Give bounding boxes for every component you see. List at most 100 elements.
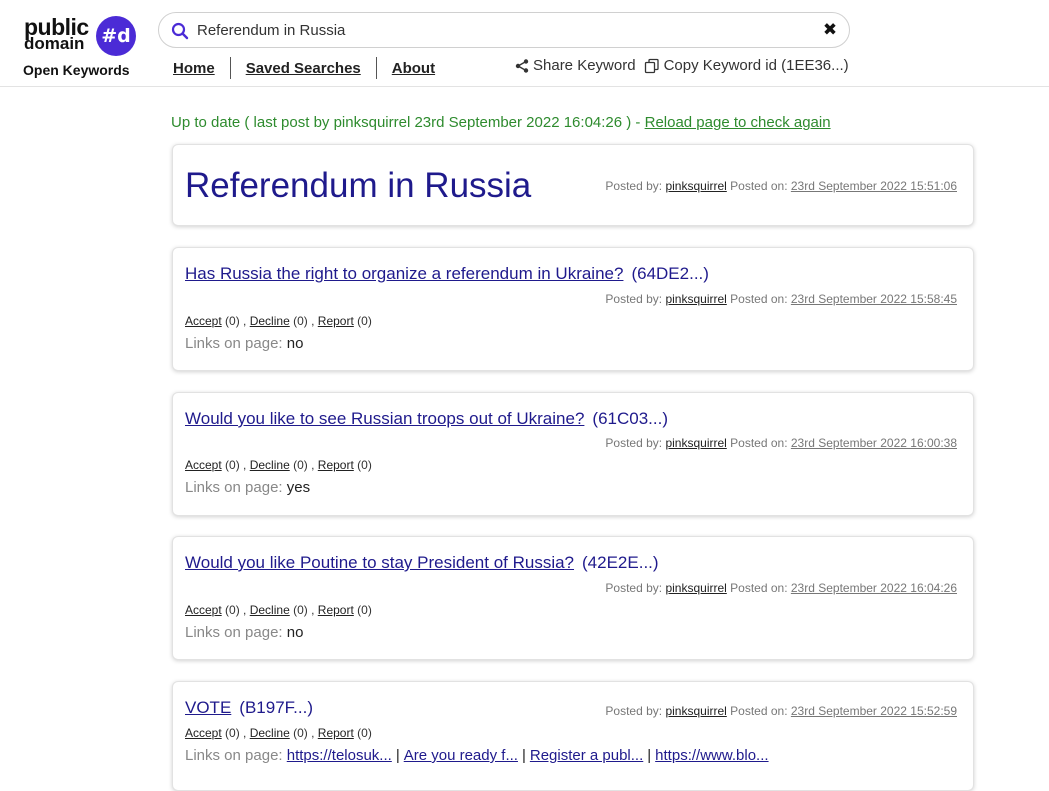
post-meta: Posted by: pinksquirrel Posted on: 23rd …	[605, 704, 957, 718]
decline-count: (0)	[293, 726, 308, 740]
links-on-page: Links on page: https://telosuk... | Are yo…	[185, 747, 769, 764]
links-label: Links on page:	[185, 624, 283, 641]
post-id: (64DE2...)	[631, 264, 709, 283]
page-link[interactable]: Register a publ...	[530, 747, 643, 764]
report-link[interactable]: Report	[318, 726, 354, 740]
accept-count: (0)	[225, 726, 240, 740]
post-card: VOTE (B197F...) Posted by: pinksquirrel P…	[172, 681, 974, 791]
links-value: no	[286, 624, 304, 641]
post-title-link[interactable]: Would you like to see Russian troops out…	[185, 409, 584, 428]
author-link[interactable]: pinksquirrel	[665, 436, 726, 450]
report-link[interactable]: Report	[318, 314, 354, 328]
report-link[interactable]: Report	[318, 603, 354, 617]
logo-text-domain: domain	[24, 34, 85, 53]
report-count: (0)	[357, 314, 372, 328]
decline-link[interactable]: Decline	[250, 314, 290, 328]
report-count: (0)	[357, 458, 372, 472]
nav-saved-searches[interactable]: Saved Searches	[246, 60, 361, 77]
links-label: Links on page:	[185, 479, 283, 496]
post-card: Would you like to see Russian troops out…	[172, 392, 974, 516]
site-logo[interactable]: public domain #d Open Keywords	[22, 15, 140, 83]
search-bar: ✖	[158, 12, 850, 48]
page-link[interactable]: Are you ready f...	[404, 747, 518, 764]
copy-icon	[644, 58, 659, 73]
decline-link[interactable]: Decline	[250, 458, 290, 472]
post-title: VOTE (B197F...)	[185, 698, 313, 718]
post-title: Would you like Poutine to stay President…	[185, 553, 659, 573]
post-title-link[interactable]: VOTE	[185, 698, 231, 717]
post-card: Would you like Poutine to stay President…	[172, 536, 974, 660]
share-keyword-label: Share Keyword	[533, 57, 636, 74]
decline-count: (0)	[293, 603, 308, 617]
posted-on-label: Posted on:	[730, 179, 788, 193]
share-keyword-button[interactable]: Share Keyword	[515, 57, 636, 74]
decline-link[interactable]: Decline	[250, 726, 290, 740]
post-title-link[interactable]: Has Russia the right to organize a refer…	[185, 264, 623, 283]
nav-divider	[229, 57, 231, 79]
author-link[interactable]: pinksquirrel	[665, 704, 726, 718]
page-link[interactable]: https://www.blo...	[655, 747, 768, 764]
posted-on-label: Posted on:	[730, 581, 788, 595]
accept-link[interactable]: Accept	[185, 726, 222, 740]
logo-subtitle: Open Keywords	[23, 62, 130, 78]
links-on-page: Links on page: no	[185, 335, 303, 352]
status-text: Up to date ( last post by pinksquirrel 2…	[171, 114, 645, 131]
decline-link[interactable]: Decline	[250, 603, 290, 617]
posted-by-label: Posted by:	[605, 436, 663, 450]
main-nav: Home Saved Searches About	[173, 57, 435, 79]
reload-link[interactable]: Reload page to check again	[645, 114, 831, 131]
accept-count: (0)	[225, 314, 240, 328]
author-link[interactable]: pinksquirrel	[665, 581, 726, 595]
posted-on-label: Posted on:	[730, 292, 788, 306]
author-link[interactable]: pinksquirrel	[665, 179, 726, 193]
links-value: yes	[286, 479, 311, 496]
posted-by-label: Posted by:	[605, 179, 663, 193]
post-title-link[interactable]: Would you like Poutine to stay President…	[185, 553, 574, 572]
update-status: Up to date ( last post by pinksquirrel 2…	[171, 114, 831, 131]
search-icon[interactable]	[171, 22, 189, 40]
accept-count: (0)	[225, 458, 240, 472]
posted-by-label: Posted by:	[605, 581, 663, 595]
nav-home[interactable]: Home	[173, 60, 215, 77]
clear-search-icon[interactable]: ✖	[821, 21, 839, 39]
nav-about[interactable]: About	[392, 60, 435, 77]
date-link[interactable]: 23rd September 2022 15:58:45	[791, 292, 957, 306]
date-link[interactable]: 23rd September 2022 16:04:26	[791, 581, 957, 595]
accept-link[interactable]: Accept	[185, 458, 222, 472]
copy-keyword-id-label: Copy Keyword id (1EE36...)	[663, 57, 849, 74]
vote-controls: Accept (0) , Decline (0) , Report (0)	[185, 314, 372, 328]
links-on-page: Links on page: no	[185, 624, 303, 641]
keyword-title: Referendum in Russia	[185, 166, 532, 205]
posted-on-label: Posted on:	[730, 436, 788, 450]
share-icon	[515, 58, 529, 73]
decline-count: (0)	[293, 314, 308, 328]
date-link[interactable]: 23rd September 2022 15:51:06	[791, 179, 957, 193]
posted-by-label: Posted by:	[605, 704, 663, 718]
keyword-meta: Posted by: pinksquirrel Posted on: 23rd …	[605, 179, 957, 193]
vote-controls: Accept (0) , Decline (0) , Report (0)	[185, 726, 372, 740]
report-link[interactable]: Report	[318, 458, 354, 472]
links-value: no	[286, 335, 304, 352]
post-meta: Posted by: pinksquirrel Posted on: 23rd …	[605, 292, 957, 306]
accept-link[interactable]: Accept	[185, 603, 222, 617]
search-input[interactable]	[197, 19, 797, 41]
date-link[interactable]: 23rd September 2022 15:52:59	[791, 704, 957, 718]
posted-on-label: Posted on:	[730, 704, 788, 718]
author-link[interactable]: pinksquirrel	[665, 292, 726, 306]
decline-count: (0)	[293, 458, 308, 472]
links-label: Links on page:	[185, 747, 283, 764]
vote-controls: Accept (0) , Decline (0) , Report (0)	[185, 458, 372, 472]
page-link[interactable]: https://telosuk...	[287, 747, 392, 764]
date-link[interactable]: 23rd September 2022 16:00:38	[791, 436, 957, 450]
post-meta: Posted by: pinksquirrel Posted on: 23rd …	[605, 581, 957, 595]
top-header: public domain #d Open Keywords ✖ Home Sa…	[0, 0, 1049, 87]
report-count: (0)	[357, 726, 372, 740]
accept-count: (0)	[225, 603, 240, 617]
post-id: (B197F...)	[239, 698, 313, 717]
post-id: (61C03...)	[592, 409, 668, 428]
links-label: Links on page:	[185, 335, 283, 352]
accept-link[interactable]: Accept	[185, 314, 222, 328]
report-count: (0)	[357, 603, 372, 617]
vote-controls: Accept (0) , Decline (0) , Report (0)	[185, 603, 372, 617]
copy-keyword-id-button[interactable]: Copy Keyword id (1EE36...)	[644, 57, 849, 74]
